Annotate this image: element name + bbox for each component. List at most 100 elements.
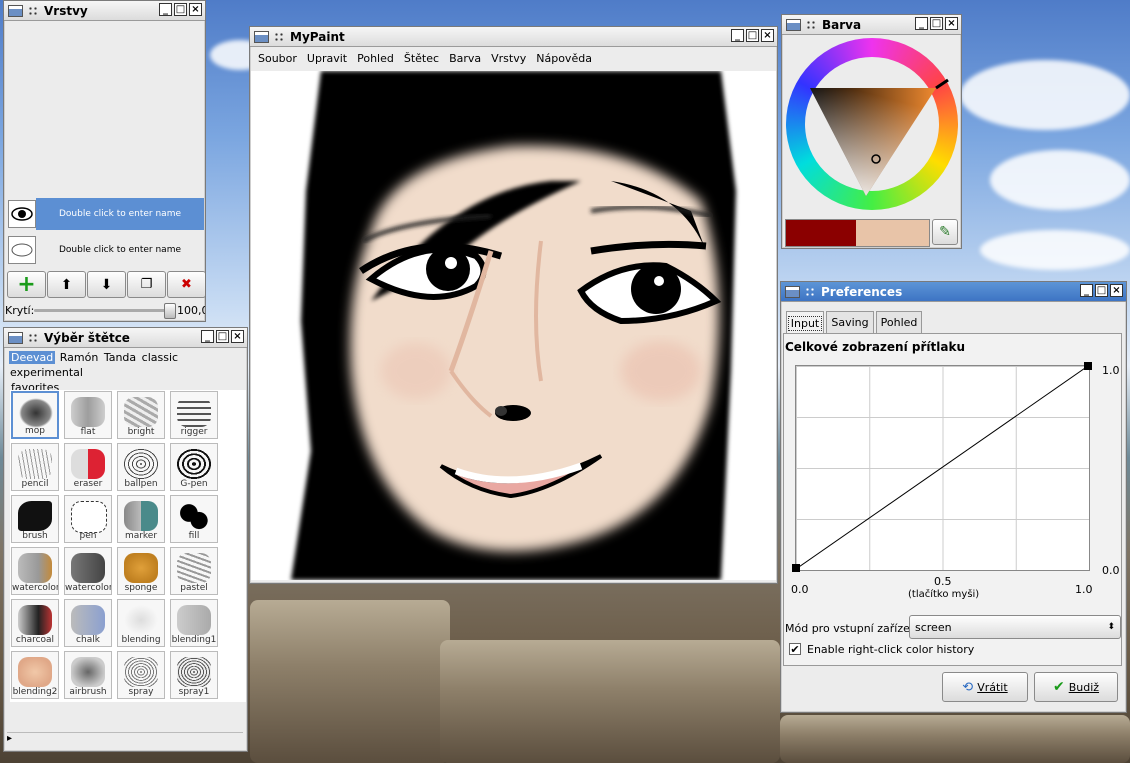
menu-pohled[interactable]: Pohled xyxy=(352,52,399,65)
brush-spray1[interactable]: spray1 xyxy=(170,651,218,699)
group-experimental[interactable]: experimental xyxy=(9,366,84,379)
current-color-swatch[interactable] xyxy=(786,220,856,246)
opacity-value: 100,0 xyxy=(177,304,206,317)
menu-upravit[interactable]: Upravit xyxy=(302,52,352,65)
painting xyxy=(291,71,736,580)
brush-fill[interactable]: fill xyxy=(170,495,218,543)
move-layer-down-button[interactable]: ⬇ xyxy=(87,271,126,298)
close-icon[interactable]: × xyxy=(231,330,244,343)
window-icon xyxy=(786,18,801,31)
minimize-icon[interactable]: _ xyxy=(915,17,928,30)
menu-soubor[interactable]: Soubor xyxy=(253,52,302,65)
brush-ballpen[interactable]: ballpen xyxy=(117,443,165,491)
brush-mop[interactable]: mop xyxy=(11,391,59,439)
opacity-label: Krytí: xyxy=(5,304,35,317)
brush-blending2[interactable]: blending2 xyxy=(11,651,59,699)
color-titlebar[interactable]: Barva _ □ × xyxy=(782,15,961,35)
close-icon[interactable]: × xyxy=(945,17,958,30)
brush-eraser[interactable]: eraser xyxy=(64,443,112,491)
color-history-checkbox[interactable]: ✔ xyxy=(789,643,801,655)
ok-button[interactable]: ✔ Budiž xyxy=(1034,672,1118,702)
group-tanda[interactable]: Tanda xyxy=(103,351,137,364)
tab-saving[interactable]: Saving xyxy=(826,311,874,333)
brush-rigger[interactable]: rigger xyxy=(170,391,218,439)
brush-blending[interactable]: blending xyxy=(117,599,165,647)
close-icon[interactable]: × xyxy=(761,29,774,42)
brush-pencil[interactable]: pencil xyxy=(11,443,59,491)
layers-titlebar[interactable]: Vrstvy _ □ × xyxy=(4,1,205,21)
grip-icon[interactable] xyxy=(28,332,38,343)
opacity-slider-handle[interactable] xyxy=(164,303,176,319)
brush-sponge[interactable]: sponge xyxy=(117,547,165,595)
delete-layer-button[interactable]: ✖ xyxy=(167,271,205,298)
eyedropper-button[interactable]: ✎ xyxy=(932,219,958,245)
brush-chalk[interactable]: chalk xyxy=(64,599,112,647)
previous-color-swatch[interactable] xyxy=(856,220,929,246)
device-mode-select[interactable]: screen ⬍ xyxy=(909,615,1121,639)
group-ramon[interactable]: Ramón xyxy=(59,351,100,364)
brush-watercolor1[interactable]: watercolor1 xyxy=(64,547,112,595)
preferences-titlebar[interactable]: Preferences _ □ × xyxy=(781,282,1126,302)
move-layer-up-button[interactable]: ⬆ xyxy=(47,271,86,298)
maximize-icon[interactable]: □ xyxy=(174,3,187,16)
color-window: Barva _ □ × ✎ xyxy=(781,14,962,249)
group-deevad[interactable]: Deevad xyxy=(9,351,56,364)
grip-icon[interactable] xyxy=(805,286,815,297)
brush-g-pen[interactable]: G-pen xyxy=(170,443,218,491)
maximize-icon[interactable]: □ xyxy=(930,17,943,30)
layer-row[interactable]: Double click to enter name xyxy=(8,234,204,266)
minimize-icon[interactable]: _ xyxy=(201,330,214,343)
close-icon[interactable]: × xyxy=(1110,284,1123,297)
revert-button[interactable]: ⟲ Vrátit xyxy=(942,672,1028,702)
curve-point-end[interactable] xyxy=(1084,362,1092,370)
drawing-canvas[interactable] xyxy=(251,71,776,580)
brush-marker[interactable]: marker xyxy=(117,495,165,543)
expander-arrow-icon[interactable]: ▸ xyxy=(7,732,243,748)
eye-open-icon[interactable] xyxy=(8,200,36,228)
tab-panel: Celkové zobrazení přítlaku 1.0 0.0 0.0 0… xyxy=(783,333,1122,666)
maximize-icon[interactable]: □ xyxy=(746,29,759,42)
curve-point-start[interactable] xyxy=(792,564,800,572)
brush-blending1[interactable]: blending1 xyxy=(170,599,218,647)
menu-barva[interactable]: Barva xyxy=(444,52,486,65)
pressure-curve[interactable] xyxy=(792,362,1092,572)
minimize-icon[interactable]: _ xyxy=(1080,284,1093,297)
grip-icon[interactable] xyxy=(806,19,816,30)
menu-stetec[interactable]: Štětec xyxy=(399,52,444,65)
brush-charcoal[interactable]: charcoal xyxy=(11,599,59,647)
brush-pastel[interactable]: pastel xyxy=(170,547,218,595)
opacity-slider[interactable] xyxy=(34,309,174,312)
menu-napoveda[interactable]: Nápověda xyxy=(531,52,597,65)
menu-vrstvy[interactable]: Vrstvy xyxy=(486,52,531,65)
brush-titlebar[interactable]: Výběr štětce _ □ × xyxy=(4,328,247,348)
layer-name[interactable]: Double click to enter name xyxy=(36,198,204,230)
layer-name[interactable]: Double click to enter name xyxy=(36,245,204,255)
tab-input[interactable]: Input xyxy=(786,311,824,334)
layer-row[interactable]: Double click to enter name xyxy=(8,198,204,230)
brush-spray[interactable]: spray xyxy=(117,651,165,699)
brush-flat[interactable]: flat xyxy=(64,391,112,439)
duplicate-layer-button[interactable]: ❐ xyxy=(127,271,166,298)
mypaint-titlebar[interactable]: MyPaint _ □ × xyxy=(250,27,777,47)
brush-airbrush[interactable]: airbrush xyxy=(64,651,112,699)
close-icon[interactable]: × xyxy=(189,3,202,16)
duplicate-icon: ❐ xyxy=(140,277,153,292)
grip-icon[interactable] xyxy=(274,31,284,42)
y-axis-bottom: 0.0 xyxy=(1102,564,1120,577)
brush-pen[interactable]: pen xyxy=(64,495,112,543)
tab-pohled[interactable]: Pohled xyxy=(876,311,922,333)
grip-icon[interactable] xyxy=(28,5,38,16)
x-axis-mid: 0.5 xyxy=(934,575,952,588)
brush-bright[interactable]: bright xyxy=(117,391,165,439)
minimize-icon[interactable]: _ xyxy=(159,3,172,16)
maximize-icon[interactable]: □ xyxy=(216,330,229,343)
maximize-icon[interactable]: □ xyxy=(1095,284,1108,297)
group-classic[interactable]: classic xyxy=(141,351,179,364)
brush-watercolor[interactable]: watercolor xyxy=(11,547,59,595)
add-layer-button[interactable]: + xyxy=(7,271,46,298)
minimize-icon[interactable]: _ xyxy=(731,29,744,42)
brush-brush[interactable]: brush xyxy=(11,495,59,543)
saturation-triangle[interactable] xyxy=(786,38,958,210)
eye-closed-icon[interactable] xyxy=(8,236,36,264)
cloud xyxy=(960,60,1130,130)
